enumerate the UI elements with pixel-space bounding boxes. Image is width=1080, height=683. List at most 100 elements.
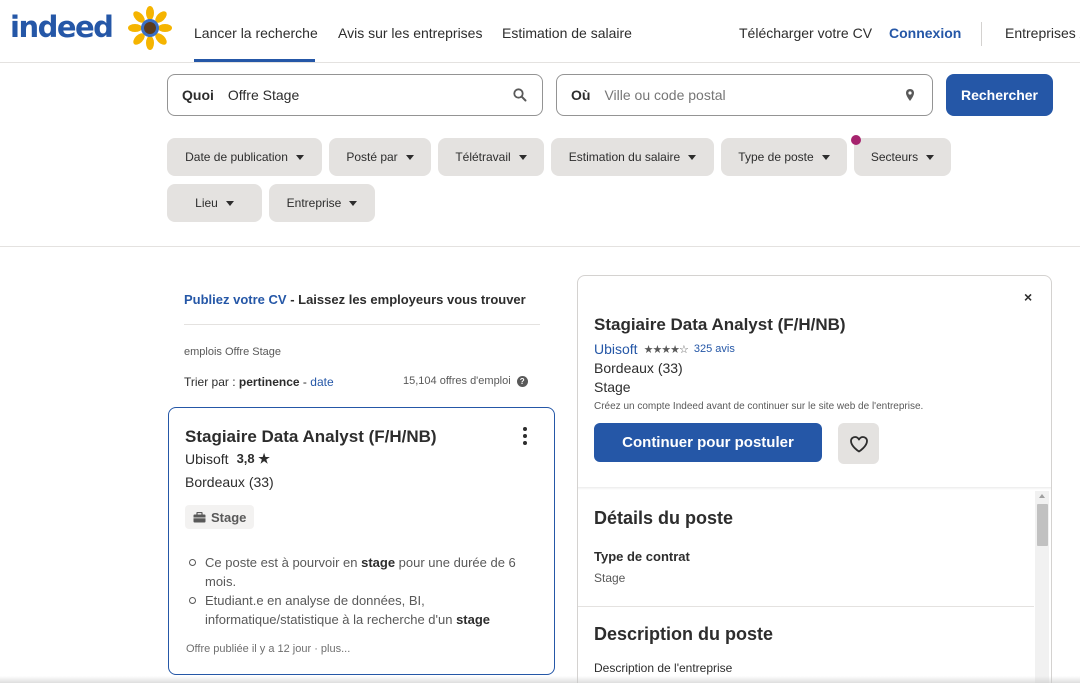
detail-location: Bordeaux (33) (594, 360, 683, 376)
job-type-tag-label: Stage (211, 509, 247, 525)
what-search-box[interactable]: Quoi (167, 74, 543, 116)
contract-type-label: Type de contrat (594, 549, 690, 564)
caret-down-icon (688, 154, 697, 160)
caret-down-icon (349, 200, 358, 206)
section-divider (0, 246, 1080, 247)
details-heading: Détails du poste (594, 508, 734, 528)
search-button[interactable]: Rechercher (946, 74, 1053, 116)
snippet-text: Etudiant.e en analyse de données, BI, in… (205, 593, 457, 627)
job-card[interactable]: Stagiaire Data Analyst (F/H/NB) Ubisoft … (168, 407, 555, 675)
job-card-company: Ubisoft (185, 451, 229, 467)
what-input[interactable] (227, 87, 512, 103)
sunflower-icon (128, 6, 172, 50)
detail-company-link[interactable]: Ubisoft (594, 341, 638, 357)
filter-job-type[interactable]: Type de poste (721, 138, 847, 176)
detail-company-row: Ubisoft ★★★★☆ 325 avis (594, 341, 735, 357)
close-icon[interactable]: × (1024, 289, 1032, 305)
job-type-tag: Stage (185, 505, 255, 529)
breadcrumb: emplois Offre Stage (184, 346, 282, 358)
sort-relevance: pertinence (238, 375, 300, 389)
contract-type-value: Stage (594, 571, 626, 585)
post-cv-link[interactable]: Publiez votre CV (184, 292, 287, 307)
location-pin-icon (906, 89, 914, 101)
promo-divider (184, 324, 540, 325)
nav-company-reviews[interactable]: Avis sur les entreprises (338, 25, 482, 41)
filter-sectors[interactable]: Secteurs (854, 138, 951, 176)
search-icon (513, 88, 527, 102)
apply-button[interactable]: Continuer pour postuler (594, 423, 822, 462)
nav-upload-cv[interactable]: Télécharger votre CV (739, 25, 872, 41)
snippet-highlight: stage (361, 555, 396, 570)
scroll-up-arrow-icon[interactable] (1039, 494, 1045, 498)
filter-remote[interactable]: Télétravail (438, 138, 544, 176)
panel-separator (578, 487, 1051, 490)
sort-label: Trier par : (184, 375, 239, 389)
filter-label: Estimation du salaire (568, 150, 681, 164)
help-icon[interactable]: ? (516, 375, 528, 387)
star-rating-icon: ★★★★☆ (643, 343, 689, 356)
where-label: Où (571, 87, 591, 103)
briefcase-icon (193, 511, 206, 522)
snippet-item: Etudiant.e en analyse de données, BI, in… (187, 591, 537, 629)
filter-label: Type de poste (738, 150, 814, 164)
sort-control: Trier par : pertinence - date (184, 375, 334, 389)
job-card-title[interactable]: Stagiaire Data Analyst (F/H/NB) (185, 427, 437, 447)
job-card-company-row: Ubisoft 3,8 ★ (185, 451, 270, 467)
filter-label: Télétravail (455, 150, 511, 164)
caret-down-icon (295, 154, 304, 160)
filter-label: Secteurs (870, 150, 919, 164)
filter-company[interactable]: Entreprise (269, 184, 375, 222)
caret-down-icon (225, 200, 234, 206)
heart-icon (849, 435, 868, 452)
snippet-highlight: stage (456, 612, 491, 627)
filter-location[interactable]: Lieu (167, 184, 262, 222)
filter-salary[interactable]: Estimation du salaire (551, 138, 714, 176)
job-card-location: Bordeaux (33) (185, 474, 274, 490)
scrollbar-thumb[interactable] (1037, 504, 1048, 546)
more-options-icon[interactable] (521, 426, 529, 446)
snippet-item: Ce poste est à pourvoir en stage pour un… (187, 553, 537, 591)
caret-down-icon (821, 154, 830, 160)
filter-label: Date de publication (185, 150, 288, 164)
bottom-shadow (0, 676, 1080, 683)
caret-down-icon (926, 154, 935, 160)
job-snippet: Ce poste est à pourvoir en stage pour un… (187, 553, 537, 629)
post-cv-text: - Laissez les employeurs vous trouver (286, 292, 526, 307)
results-count: 15,104 offres d'emploi? (403, 375, 528, 387)
filter-label: Entreprise (286, 196, 342, 210)
nav-employers[interactable]: Entreprises / (1005, 25, 1080, 41)
detail-title: Stagiaire Data Analyst (F/H/NB) (594, 315, 846, 334)
detail-job-type: Stage (594, 379, 631, 395)
where-input[interactable] (604, 87, 902, 103)
nav-find-jobs[interactable]: Lancer la recherche (194, 25, 318, 41)
filter-label: Lieu (195, 196, 218, 210)
description-heading: Description du poste (594, 624, 774, 644)
filter-date-posted[interactable]: Date de publication (167, 138, 322, 176)
nav-divider (981, 22, 982, 46)
top-navigation: indeed Lancer la recherche Avis sur les … (0, 0, 1080, 63)
job-card-posted-date: Offre publiée il y a 12 jour · plus... (186, 643, 351, 655)
filter-label: Posté par (346, 150, 398, 164)
details-divider (578, 606, 1034, 607)
nav-salary[interactable]: Estimation de salaire (502, 25, 632, 41)
description-subheading: Description de l'entreprise (594, 661, 733, 675)
save-job-button[interactable] (838, 423, 879, 464)
post-cv-promo: Publiez votre CV - Laissez les employeur… (184, 292, 526, 307)
sort-separator: - (299, 375, 311, 389)
snippet-text: Ce poste est à pourvoir en (205, 555, 362, 570)
apply-note: Créez un compte Indeed avant de continue… (594, 401, 924, 412)
indeed-logo[interactable]: indeed (10, 10, 114, 44)
nav-sign-in[interactable]: Connexion (889, 25, 961, 41)
what-label: Quoi (182, 87, 214, 103)
caret-down-icon (518, 154, 527, 160)
sort-date-link[interactable]: date (310, 375, 333, 389)
reviews-link[interactable]: 325 avis (694, 343, 735, 355)
filter-posted-by[interactable]: Posté par (329, 138, 431, 176)
caret-down-icon (405, 154, 414, 160)
results-count-text: 15,104 offres d'emploi (403, 375, 511, 387)
job-detail-panel: × Stagiaire Data Analyst (F/H/NB) Ubisof… (577, 275, 1052, 683)
company-rating: 3,8 ★ (236, 451, 270, 466)
nav-active-indicator (194, 59, 315, 62)
where-search-box[interactable]: Où (556, 74, 933, 116)
notification-dot (851, 135, 861, 145)
